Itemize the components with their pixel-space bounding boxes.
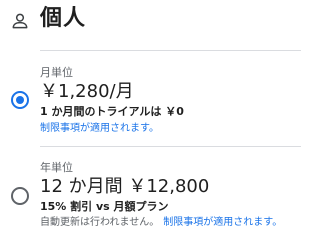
- page-title: 個人: [40, 6, 87, 31]
- plan-note-text: 自動更新は行われません。: [40, 217, 160, 228]
- header: 個人: [0, 0, 301, 44]
- plan-option-yearly[interactable]: 年単位 12 か月間 ￥12,800 15% 割引 vs 月額プラン 自動更新は…: [0, 147, 301, 251]
- plan-price: ￥1,280/月: [40, 81, 134, 102]
- plan-period: 年単位: [40, 161, 73, 174]
- restrictions-link[interactable]: 制限事項が適用されます。: [163, 217, 282, 228]
- person-icon: [12, 13, 28, 29]
- restrictions-link[interactable]: 制限事項が適用されます。: [40, 123, 159, 134]
- plan-note: 制限事項が適用されます。: [40, 122, 159, 136]
- radio-yearly-unselected[interactable]: [11, 187, 29, 205]
- plan-detail: 1 か月間のトライアルは ￥0: [40, 105, 184, 118]
- plan-period: 月単位: [40, 66, 73, 79]
- plan-price: 12 か月間 ￥12,800: [40, 176, 210, 197]
- plan-detail: 15% 割引 vs 月額プラン: [40, 200, 169, 213]
- plan-note: 自動更新は行われません。 制限事項が適用されます。: [40, 216, 282, 230]
- plan-option-monthly[interactable]: 月単位 ￥1,280/月 1 か月間のトライアルは ￥0 制限事項が適用されます…: [0, 50, 301, 146]
- radio-monthly-selected[interactable]: [11, 91, 29, 109]
